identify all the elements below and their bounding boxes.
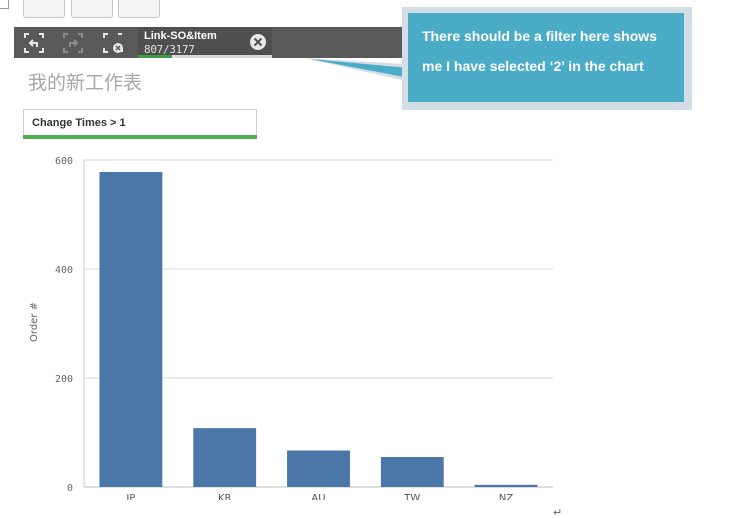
bar-tw[interactable] [380,457,444,487]
bar-chart: 0 200 400 600 JP KR AU TW NZ Order # [29,156,553,500]
x-tick-label: AU [311,493,325,500]
toolbar-button-1[interactable] [23,0,65,18]
page-corner-mark [0,0,9,9]
selection-chip[interactable]: Link-SO&Item 807/3177 [138,27,272,58]
callout-line-2: me I have selected ‘2’ in the chart [422,58,644,74]
bar-kr[interactable] [193,428,257,487]
y-axis-label: Order # [29,302,40,342]
toolbar-button-2[interactable] [71,0,113,18]
annotation-callout: There should be a filter here shows me I… [402,7,692,110]
selection-chip-title: Link-SO&Item [144,30,217,42]
y-tick-label: 600 [55,156,73,167]
x-tick-label: TW [403,493,420,500]
paragraph-return-mark: ↵ [553,507,563,519]
filter-pane[interactable]: Change Times > 1 [23,109,257,136]
sheet-title: 我的新工作表 [28,73,143,94]
filter-selected-bar [23,135,257,139]
y-tick-label: 200 [55,374,73,385]
x-tick-label: KR [218,493,232,500]
selections-toolbar: Link-SO&Item 807/3177 [14,27,404,58]
step-forward-icon[interactable] [62,32,84,54]
y-tick-label: 400 [55,265,73,276]
clear-all-icon[interactable] [102,32,124,54]
x-tick-label: NZ [499,493,513,500]
selection-chip-progress [138,55,172,58]
callout-line-1: There should be a filter here shows [422,28,657,44]
y-tick-label: 0 [67,483,73,494]
filter-label: Change Times > 1 [32,117,126,129]
toolbar-button-3[interactable] [118,0,160,18]
step-back-icon[interactable] [23,32,45,54]
bar-au[interactable] [287,450,350,487]
bar-nz[interactable] [474,484,538,487]
x-tick-label: JP [125,493,135,500]
close-icon[interactable] [249,33,267,51]
annotation-callout-body: There should be a filter here shows me I… [408,13,684,102]
bar-jp[interactable] [99,171,163,488]
